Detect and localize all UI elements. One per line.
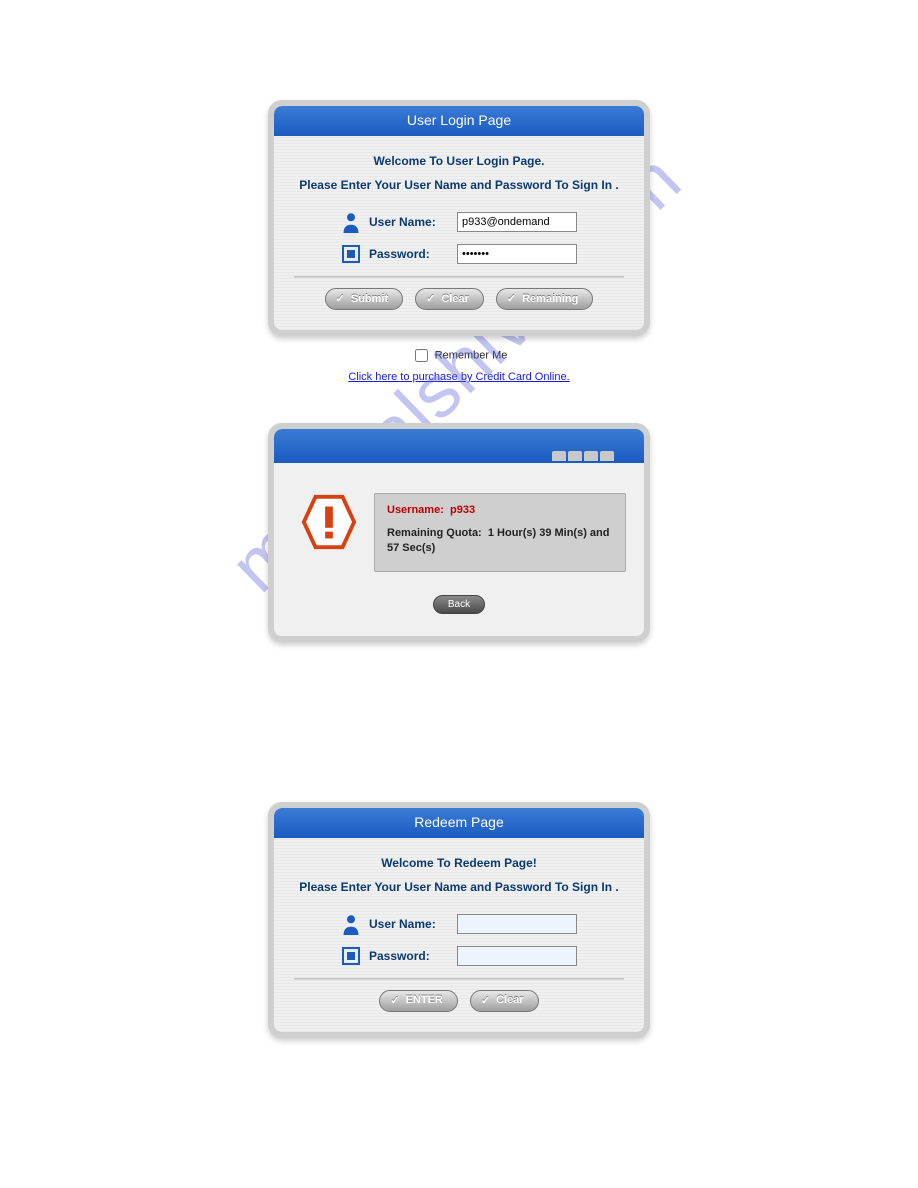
redeem-password-input[interactable] (457, 946, 577, 966)
password-icon (341, 244, 361, 264)
remember-row: Remember Me (0, 346, 918, 365)
redeem-panel: Redeem Page Welcome To Redeem Page! Plea… (268, 802, 650, 1038)
remaining-button[interactable]: ✓ Remaining (496, 288, 593, 310)
redeem-clear-button[interactable]: ✓ Clear (470, 990, 539, 1012)
quota-username-label: Username: (387, 504, 444, 516)
password-input[interactable] (457, 244, 577, 264)
alert-icon (300, 493, 358, 551)
login-panel-title: User Login Page (274, 106, 644, 136)
password-icon (341, 946, 361, 966)
check-icon: ✓ (336, 292, 345, 305)
quota-username-value: p933 (450, 504, 475, 516)
password-label: Password: (369, 247, 449, 261)
redeem-panel-title: Redeem Page (274, 808, 644, 838)
purchase-link[interactable]: Click here to purchase by Credit Card On… (0, 371, 918, 383)
redeem-username-row: User Name: (286, 914, 632, 934)
user-icon (341, 212, 361, 232)
submit-label: Submit (351, 293, 388, 305)
check-icon: ✓ (390, 994, 399, 1007)
remaining-label: Remaining (522, 293, 578, 305)
divider (294, 978, 624, 980)
enter-button[interactable]: ✓ ENTER (379, 990, 458, 1012)
tab-decorations (552, 451, 614, 461)
remember-checkbox[interactable] (415, 349, 428, 362)
login-welcome: Welcome To User Login Page. (286, 154, 632, 168)
info-box: Username: p933 Remaining Quota: 1 Hour(s… (374, 493, 626, 572)
clear-label: Clear (441, 293, 469, 305)
quota-label: Remaining Quota: (387, 527, 482, 539)
redeem-username-input[interactable] (457, 914, 577, 934)
username-row: User Name: (286, 212, 632, 232)
username-label: User Name: (369, 215, 449, 229)
username-input[interactable] (457, 212, 577, 232)
check-icon: ✓ (507, 292, 516, 305)
redeem-instruction: Please Enter Your User Name and Password… (286, 880, 632, 894)
redeem-password-row: Password: (286, 946, 632, 966)
check-icon: ✓ (481, 994, 490, 1007)
back-button[interactable]: Back (433, 595, 485, 614)
redeem-welcome: Welcome To Redeem Page! (286, 856, 632, 870)
user-icon (341, 914, 361, 934)
redeem-password-label: Password: (369, 949, 449, 963)
login-panel: User Login Page Welcome To User Login Pa… (268, 100, 650, 336)
login-instruction: Please Enter Your User Name and Password… (286, 178, 632, 192)
check-icon: ✓ (426, 292, 435, 305)
clear-button[interactable]: ✓ Clear (415, 288, 484, 310)
redeem-username-label: User Name: (369, 917, 449, 931)
enter-label: ENTER (406, 994, 443, 1006)
redeem-clear-label: Clear (496, 994, 524, 1006)
quota-panel: Username: p933 Remaining Quota: 1 Hour(s… (268, 423, 650, 642)
remember-label: Remember Me (435, 349, 508, 361)
divider (294, 276, 624, 278)
submit-button[interactable]: ✓ Submit (325, 288, 404, 310)
password-row: Password: (286, 244, 632, 264)
